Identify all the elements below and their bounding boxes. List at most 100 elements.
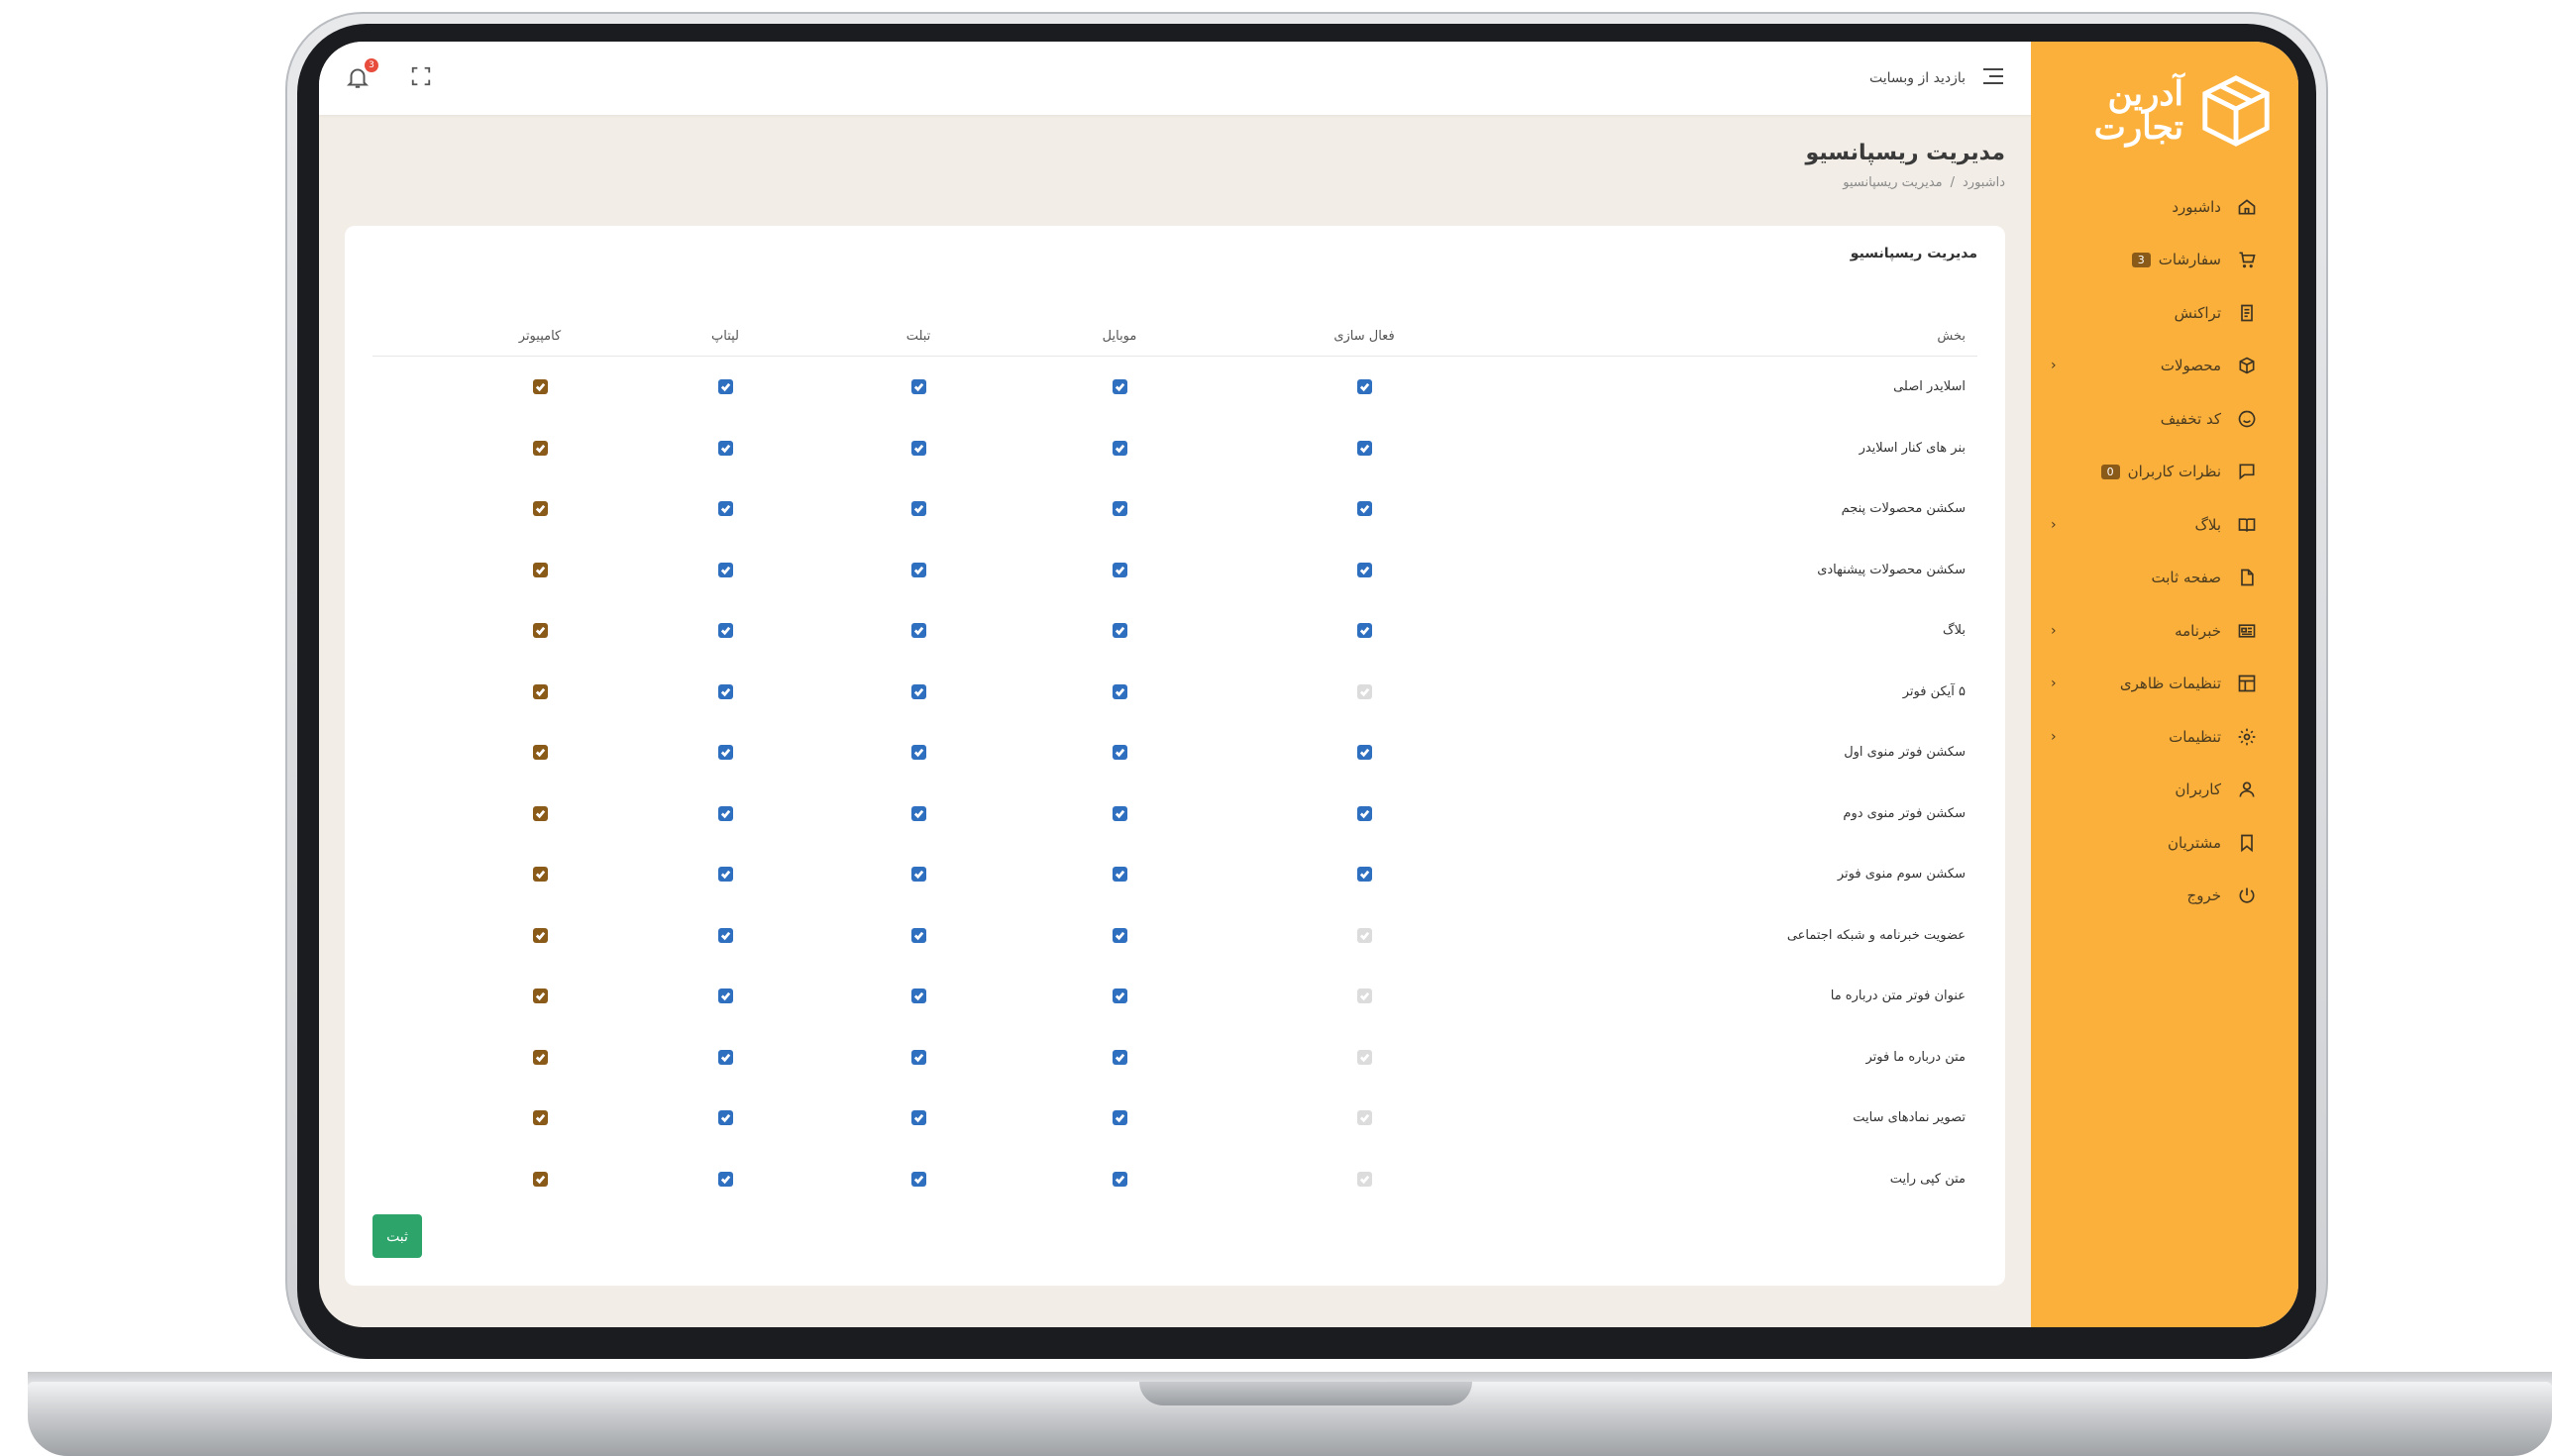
active-checkbox[interactable] — [1356, 867, 1372, 883]
sidebar-item-cart[interactable]: سفارشات 3 — [2031, 234, 2298, 287]
active-checkbox[interactable] — [1356, 1110, 1372, 1126]
sidebar-item-power[interactable]: خروج — [2031, 870, 2298, 923]
tablet-checkbox[interactable] — [910, 379, 926, 395]
mobile-checkbox[interactable] — [1112, 867, 1127, 883]
desktop-checkbox[interactable] — [532, 1171, 548, 1187]
sidebar-item-book[interactable]: بلاگ ‹ — [2031, 498, 2298, 552]
mobile-checkbox[interactable] — [1112, 1171, 1127, 1187]
tablet-checkbox[interactable] — [910, 1110, 926, 1126]
desktop-checkbox[interactable] — [532, 562, 548, 577]
breadcrumb-home[interactable]: داشبورد — [1963, 175, 2005, 190]
tablet-checkbox[interactable] — [910, 927, 926, 943]
desktop-checkbox[interactable] — [532, 623, 548, 639]
laptop-checkbox[interactable] — [717, 805, 733, 821]
laptop-checkbox[interactable] — [717, 867, 733, 883]
active-checkbox[interactable] — [1356, 683, 1372, 699]
mobile-checkbox[interactable] — [1112, 805, 1127, 821]
desktop-checkbox[interactable] — [532, 683, 548, 699]
active-checkbox[interactable] — [1356, 623, 1372, 639]
laptop-checkbox[interactable] — [717, 1110, 733, 1126]
user-icon — [2235, 778, 2259, 801]
laptop-checkbox[interactable] — [717, 623, 733, 639]
laptop-checkbox[interactable] — [717, 988, 733, 1004]
sidebar-item-user[interactable]: کاربران — [2031, 764, 2298, 817]
laptop-checkbox[interactable] — [717, 745, 733, 761]
sidebar-item-gear[interactable]: تنظیمات ‹ — [2031, 710, 2298, 764]
visit-website-link[interactable]: بازدید از وبسایت — [1869, 70, 1966, 86]
tablet-checkbox[interactable] — [910, 1171, 926, 1187]
tablet-checkbox[interactable] — [910, 745, 926, 761]
submit-button[interactable]: ثبت — [372, 1214, 422, 1258]
tablet-checkbox[interactable] — [910, 440, 926, 456]
mobile-checkbox-cell — [1024, 1049, 1215, 1065]
mobile-checkbox[interactable] — [1112, 745, 1127, 761]
laptop-checkbox[interactable] — [717, 927, 733, 943]
mobile-checkbox[interactable] — [1112, 927, 1127, 943]
mobile-checkbox[interactable] — [1112, 988, 1127, 1004]
sidebar-item-smile[interactable]: کد تخفیف — [2031, 392, 2298, 446]
desktop-checkbox[interactable] — [532, 927, 548, 943]
active-checkbox[interactable] — [1356, 440, 1372, 456]
tablet-checkbox[interactable] — [910, 683, 926, 699]
tablet-checkbox[interactable] — [910, 1049, 926, 1065]
desktop-checkbox[interactable] — [532, 1049, 548, 1065]
brand-logo[interactable]: آدرین تجارت — [2031, 67, 2298, 155]
laptop-checkbox[interactable] — [717, 562, 733, 577]
tablet-checkbox[interactable] — [910, 562, 926, 577]
tablet-checkbox[interactable] — [910, 867, 926, 883]
active-checkbox[interactable] — [1356, 562, 1372, 577]
desktop-checkbox[interactable] — [532, 501, 548, 517]
sidebar-item-comment[interactable]: نظرات کاربران 0 — [2031, 446, 2298, 499]
sidebar-item-home[interactable]: داشبورد — [2031, 180, 2298, 234]
active-checkbox[interactable] — [1356, 1049, 1372, 1065]
laptop-checkbox[interactable] — [717, 440, 733, 456]
desktop-checkbox[interactable] — [532, 988, 548, 1004]
laptop-checkbox-cell — [638, 683, 812, 699]
sidebar-item-label: نظرات کاربران — [2127, 463, 2221, 481]
desktop-checkbox[interactable] — [532, 745, 548, 761]
mobile-checkbox[interactable] — [1112, 1049, 1127, 1065]
active-checkbox[interactable] — [1356, 501, 1372, 517]
mobile-checkbox[interactable] — [1112, 1110, 1127, 1126]
desktop-checkbox[interactable] — [532, 440, 548, 456]
laptop-checkbox[interactable] — [717, 1049, 733, 1065]
sidebar-item-badge: 0 — [2100, 464, 2120, 479]
tablet-checkbox[interactable] — [910, 988, 926, 1004]
tablet-checkbox[interactable] — [910, 501, 926, 517]
sidebar-item-label: صفحه ثابت — [2151, 569, 2221, 587]
desktop-checkbox[interactable] — [532, 379, 548, 395]
mobile-checkbox[interactable] — [1112, 440, 1127, 456]
sidebar-item-layout[interactable]: تنظیمات ظاهری ‹ — [2031, 658, 2298, 711]
active-checkbox[interactable] — [1356, 1171, 1372, 1187]
active-checkbox[interactable] — [1356, 927, 1372, 943]
active-checkbox[interactable] — [1356, 988, 1372, 1004]
laptop-checkbox[interactable] — [717, 683, 733, 699]
sidebar-item-receipt[interactable]: تراکنش — [2031, 286, 2298, 340]
fullscreen-button[interactable] — [410, 65, 432, 91]
desktop-checkbox[interactable] — [532, 1110, 548, 1126]
laptop-checkbox[interactable] — [717, 1171, 733, 1187]
active-checkbox-cell — [1215, 683, 1514, 699]
mobile-checkbox[interactable] — [1112, 683, 1127, 699]
main-area: بازدید از وبسایت 3 مدیریت ریسپانسیو داشب… — [319, 42, 2031, 1327]
mobile-checkbox[interactable] — [1112, 562, 1127, 577]
mobile-checkbox[interactable] — [1112, 623, 1127, 639]
mobile-checkbox[interactable] — [1112, 379, 1127, 395]
sidebar-item-newsletter[interactable]: خبرنامه ‹ — [2031, 604, 2298, 658]
hamburger-menu-icon[interactable] — [1981, 66, 2005, 90]
mobile-checkbox[interactable] — [1112, 501, 1127, 517]
chevron-left-icon: ‹ — [2051, 676, 2057, 692]
tablet-checkbox[interactable] — [910, 805, 926, 821]
tablet-checkbox[interactable] — [910, 623, 926, 639]
active-checkbox[interactable] — [1356, 745, 1372, 761]
desktop-checkbox[interactable] — [532, 867, 548, 883]
sidebar-item-box[interactable]: محصولات ‹ — [2031, 340, 2298, 393]
active-checkbox[interactable] — [1356, 379, 1372, 395]
laptop-checkbox[interactable] — [717, 501, 733, 517]
desktop-checkbox[interactable] — [532, 805, 548, 821]
active-checkbox[interactable] — [1356, 805, 1372, 821]
sidebar-item-bookmark[interactable]: مشتریان — [2031, 816, 2298, 870]
sidebar-item-file[interactable]: صفحه ثابت — [2031, 552, 2298, 605]
laptop-checkbox[interactable] — [717, 379, 733, 395]
notification-button[interactable]: 3 — [345, 58, 378, 92]
